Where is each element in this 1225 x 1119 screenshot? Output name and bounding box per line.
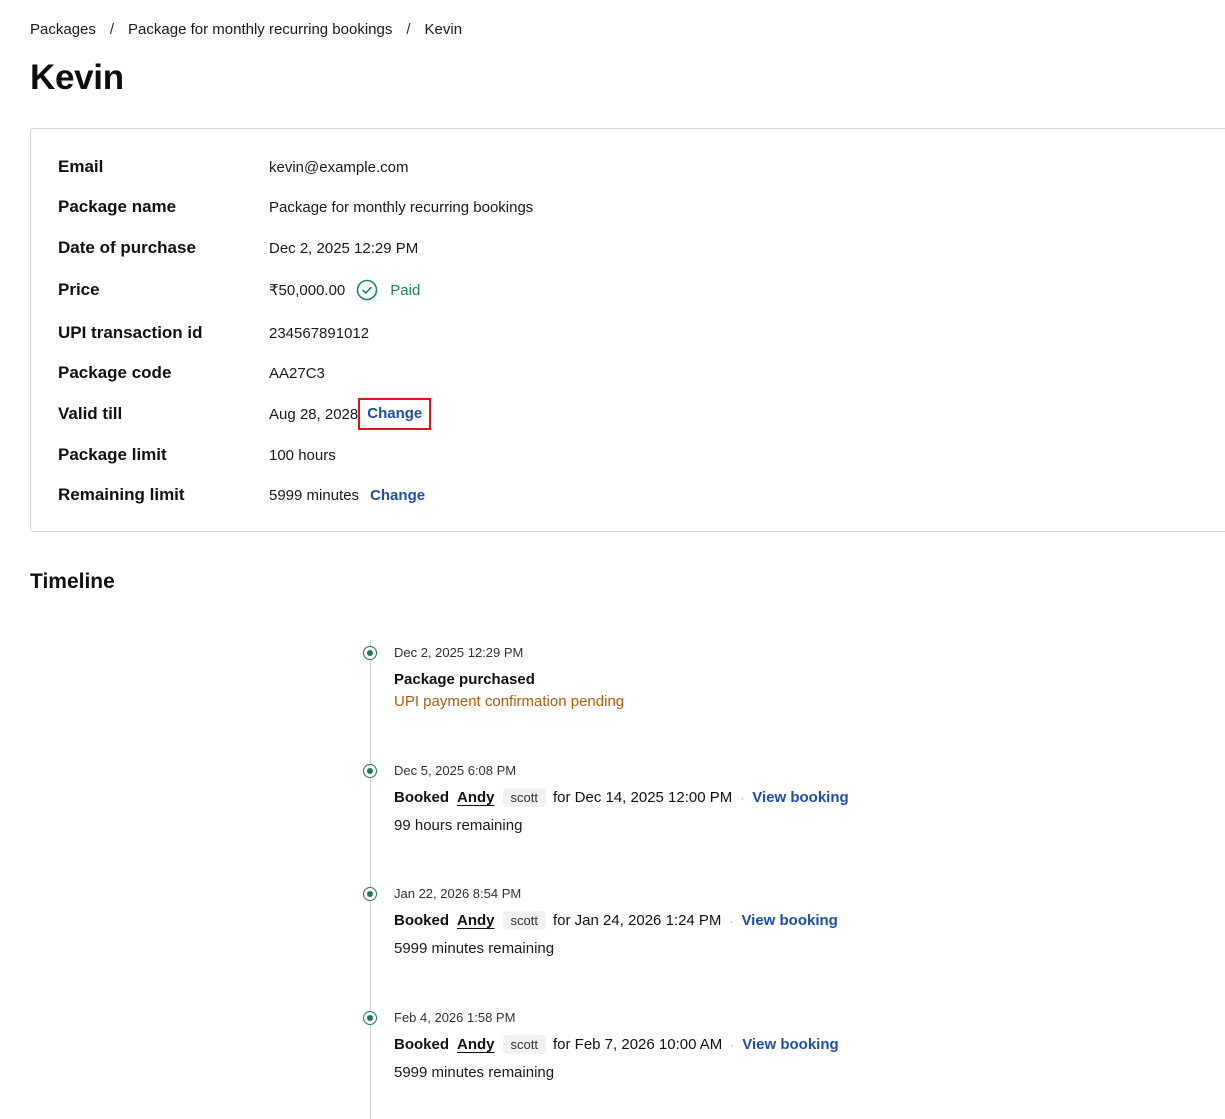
timeline-event-time: Jan 22, 2026 8:54 PM: [394, 886, 522, 901]
upi-transaction-id-value: 234567891012: [269, 324, 370, 342]
valid-till-value-group: Aug 28, 2028 Change: [269, 398, 432, 430]
event-title-text: Package purchased: [394, 671, 535, 688]
breadcrumb-separator: /: [109, 21, 115, 38]
timeline-title: Timeline: [30, 570, 115, 593]
detail-row-date-of-purchase: Date of purchase Dec 2, 2025 12:29 PM: [58, 236, 418, 260]
price-label: Price: [58, 280, 100, 299]
breadcrumb-separator: /: [406, 21, 411, 38]
event-action: Booked: [394, 789, 450, 806]
event-action: Booked: [394, 1036, 450, 1053]
view-booking-link[interactable]: View booking: [752, 789, 848, 806]
timeline-event-time: Feb 4, 2026 1:58 PM: [394, 1010, 516, 1025]
timeline-event-time: Dec 5, 2025 6:08 PM: [394, 763, 517, 778]
detail-row-package-name: Package name Package for monthly recurri…: [58, 195, 533, 219]
timeline-event-time: Dec 2, 2025 12:29 PM: [394, 645, 524, 660]
valid-till-value: Aug 28, 2028: [269, 405, 359, 423]
timeline-dot-icon: [363, 646, 377, 660]
valid-till-label: Valid till: [58, 404, 123, 423]
event-user-tag: scott: [502, 788, 546, 807]
remaining-limit-label: Remaining limit: [58, 485, 185, 504]
event-booking-time: for Feb 7, 2026 10:00 AM: [552, 1036, 723, 1053]
breadcrumb-current: Kevin: [424, 21, 463, 38]
timeline-event-booking: Booked Andy scott for Feb 7, 2026 10:00 …: [394, 1035, 839, 1054]
detail-row-upi-transaction-id: UPI transaction id 234567891012: [58, 321, 369, 345]
breadcrumb-package[interactable]: Package for monthly recurring bookings: [128, 21, 392, 38]
email-value: kevin@example.com: [269, 158, 409, 176]
email-label: Email: [58, 157, 104, 176]
breadcrumb: Packages / Package for monthly recurring…: [30, 21, 462, 38]
view-booking-link[interactable]: View booking: [742, 1036, 838, 1053]
check-circle-icon: [356, 279, 378, 301]
detail-row-email: Email kevin@example.com: [58, 155, 408, 179]
view-booking-link[interactable]: View booking: [741, 912, 837, 929]
price-value-group: ₹50,000.00 Paid: [269, 279, 420, 301]
dot-separator: ·: [740, 790, 745, 805]
package-member-page: Packages / Package for monthly recurring…: [0, 0, 1225, 1119]
dot-separator: ·: [730, 1037, 735, 1052]
event-user-link[interactable]: Andy: [457, 789, 495, 806]
timeline-event-remaining: 99 hours remaining: [394, 817, 523, 834]
timeline-event-remaining: 5999 minutes remaining: [394, 940, 555, 957]
price-value: ₹50,000.00: [269, 282, 346, 299]
event-booking-time: for Jan 24, 2026 1:24 PM: [552, 912, 722, 929]
timeline-event-title: Package purchased: [394, 671, 535, 688]
package-limit-value: 100 hours: [269, 446, 336, 464]
breadcrumb-packages[interactable]: Packages: [30, 21, 96, 38]
detail-row-remaining-limit: Remaining limit 5999 minutes Change: [58, 483, 425, 507]
dot-separator: ·: [729, 913, 734, 928]
package-name-value: Package for monthly recurring bookings: [269, 198, 534, 216]
timeline-dot-icon: [363, 887, 377, 901]
detail-row-valid-till: Valid till Aug 28, 2028 Change: [58, 398, 432, 430]
remaining-limit-change-link[interactable]: Change: [370, 487, 425, 504]
detail-row-price: Price ₹50,000.00 Paid: [58, 278, 420, 302]
event-user-link[interactable]: Andy: [457, 912, 495, 929]
timeline-track: [370, 640, 371, 1119]
event-user-tag: scott: [502, 911, 546, 930]
timeline-event-note: UPI payment confirmation pending: [394, 693, 625, 710]
upi-transaction-id-label: UPI transaction id: [58, 323, 203, 342]
date-of-purchase-value: Dec 2, 2025 12:29 PM: [269, 239, 419, 257]
package-limit-label: Package limit: [58, 445, 167, 464]
date-of-purchase-label: Date of purchase: [58, 238, 196, 257]
event-booking-time: for Dec 14, 2025 12:00 PM: [552, 789, 733, 806]
timeline-event-remaining: 5999 minutes remaining: [394, 1064, 555, 1081]
timeline-dot-icon: [363, 764, 377, 778]
page-title: Kevin: [30, 58, 124, 97]
detail-row-package-code: Package code AA27C3: [58, 361, 325, 385]
details-card: Email kevin@example.com Package name Pac…: [30, 128, 1225, 532]
paid-status-badge: Paid: [356, 279, 420, 301]
remaining-limit-value: 5999 minutes: [269, 486, 360, 504]
event-user-link[interactable]: Andy: [457, 1036, 495, 1053]
paid-status-text: Paid: [390, 281, 421, 299]
timeline-event-booking: Booked Andy scott for Dec 14, 2025 12:00…: [394, 788, 849, 807]
valid-till-change-link[interactable]: Change: [358, 398, 432, 430]
remaining-limit-value-group: 5999 minutes Change: [269, 487, 425, 504]
event-action: Booked: [394, 912, 450, 929]
package-code-value: AA27C3: [269, 364, 325, 382]
timeline-event-booking: Booked Andy scott for Jan 24, 2026 1:24 …: [394, 911, 838, 930]
package-code-label: Package code: [58, 363, 172, 382]
event-user-tag: scott: [502, 1035, 546, 1054]
package-name-label: Package name: [58, 197, 177, 216]
timeline-dot-icon: [363, 1011, 377, 1025]
detail-row-package-limit: Package limit 100 hours: [58, 443, 336, 467]
